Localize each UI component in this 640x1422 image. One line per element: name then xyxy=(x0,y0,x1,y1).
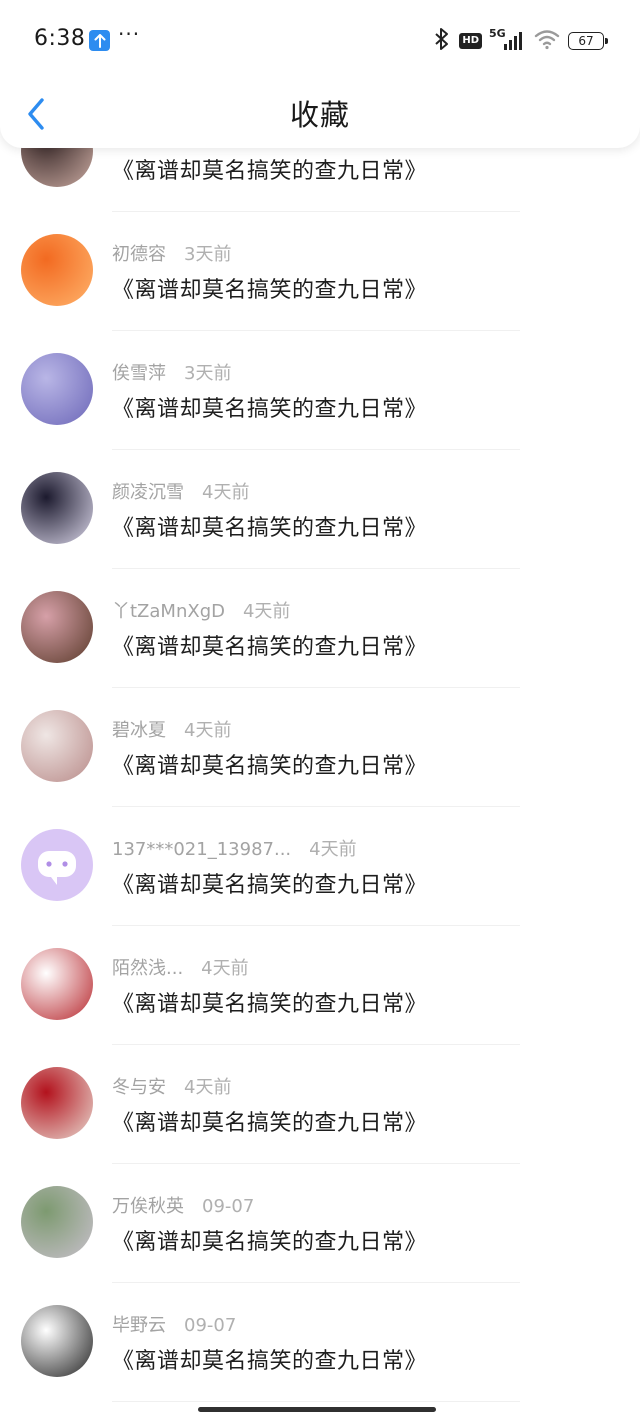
avatar[interactable] xyxy=(21,948,93,1020)
divider xyxy=(112,211,520,212)
timestamp: 4天前 xyxy=(184,1077,232,1098)
favorite-title[interactable]: 《离谱却莫名搞笑的查九日常》 xyxy=(112,272,427,304)
chat-bubble-icon xyxy=(38,851,76,885)
favorite-title[interactable]: 《离谱却莫名搞笑的查九日常》 xyxy=(112,629,427,661)
post-meta: 毕野云 09-07 xyxy=(112,1311,236,1337)
timestamp: 4天前 xyxy=(201,958,249,979)
avatar[interactable] xyxy=(21,472,93,544)
timestamp: 3天前 xyxy=(184,244,232,265)
status-icons: HD 5G 67 xyxy=(433,27,608,55)
avatar[interactable] xyxy=(21,829,93,901)
divider xyxy=(112,1401,520,1402)
favorite-item[interactable]: 碧冰夏 4天前《离谱却莫名搞笑的查九日常》 xyxy=(0,690,640,809)
favorite-item[interactable]: 丫tZaMnXgD 4天前《离谱却莫名搞笑的查九日常》 xyxy=(0,571,640,690)
favorite-item[interactable]: 陌然浅... 4天前《离谱却莫名搞笑的查九日常》 xyxy=(0,928,640,1047)
divider xyxy=(112,330,520,331)
avatar[interactable] xyxy=(21,1067,93,1139)
favorite-title[interactable]: 《离谱却莫名搞笑的查九日常》 xyxy=(112,153,427,185)
favorite-item[interactable]: 万俟秋英 09-07 《离谱却莫名搞笑的查九日常》 xyxy=(0,1166,640,1285)
divider xyxy=(112,1282,520,1283)
username[interactable]: 俟雪萍 xyxy=(112,359,166,385)
favorite-title[interactable]: 《离谱却莫名搞笑的查九日常》 xyxy=(112,1105,427,1137)
avatar[interactable] xyxy=(21,710,93,782)
favorite-title[interactable]: 《离谱却莫名搞笑的查九日常》 xyxy=(112,391,427,423)
username[interactable]: 毕野云 xyxy=(112,1311,166,1337)
favorite-title[interactable]: 《离谱却莫名搞笑的查九日常》 xyxy=(112,1343,427,1375)
username[interactable]: 冬与安 xyxy=(112,1073,166,1099)
timestamp: 09-07 xyxy=(202,1196,255,1217)
divider xyxy=(112,687,520,688)
favorite-title[interactable]: 《离谱却莫名搞笑的查九日常》 xyxy=(112,867,427,899)
username[interactable]: 万俟秋英 xyxy=(112,1192,184,1218)
timestamp: 4天前 xyxy=(242,601,291,622)
home-indicator[interactable] xyxy=(198,1407,436,1412)
post-meta: 冬与安 4天前 xyxy=(112,1073,231,1099)
username[interactable]: 137***021_13987... xyxy=(112,839,291,860)
avatar[interactable] xyxy=(21,234,93,306)
post-meta: 俟雪萍 3天前 xyxy=(112,359,231,385)
timestamp: 4天前 xyxy=(184,720,232,741)
post-meta: 初德容 3天前 xyxy=(112,240,231,266)
divider xyxy=(112,1044,520,1045)
top-bar: 6:38 ··· HD 5G 67 收藏 xyxy=(0,0,640,148)
timestamp: 4天前 xyxy=(309,839,357,860)
timestamp: 4天前 xyxy=(202,482,250,503)
divider xyxy=(112,449,520,450)
page-title: 收藏 xyxy=(289,98,350,132)
divider xyxy=(112,1163,520,1164)
avatar[interactable] xyxy=(21,1305,93,1377)
status-time: 6:38 xyxy=(34,26,86,51)
avatar[interactable] xyxy=(21,353,93,425)
post-meta: 陌然浅... 4天前 xyxy=(112,954,249,980)
favorite-title[interactable]: 《离谱却莫名搞笑的查九日常》 xyxy=(112,510,427,542)
favorite-item[interactable]: 毕野云 09-07 《离谱却莫名搞笑的查九日常》 xyxy=(0,1285,640,1404)
network-type-label: 5G xyxy=(489,27,506,40)
favorite-title[interactable]: 《离谱却莫名搞笑的查九日常》 xyxy=(112,1224,427,1256)
notification-more-icon: ··· xyxy=(118,22,141,46)
signal-icon: 5G xyxy=(489,27,526,52)
favorite-item[interactable]: 俟雪萍 3天前《离谱却莫名搞笑的查九日常》 xyxy=(0,333,640,452)
divider xyxy=(112,806,520,807)
favorite-item[interactable]: 初德容 3天前《离谱却莫名搞笑的查九日常》 xyxy=(0,214,640,333)
username[interactable]: 碧冰夏 xyxy=(112,716,166,742)
status-bar: 6:38 ··· HD 5G 67 xyxy=(0,0,640,82)
upload-icon xyxy=(89,30,110,51)
timestamp: 3天前 xyxy=(184,363,232,384)
username[interactable]: 陌然浅... xyxy=(112,954,183,980)
post-meta: 丫tZaMnXgD 4天前 xyxy=(112,597,290,623)
username[interactable]: 颜凌沉雪 xyxy=(112,478,184,504)
post-meta: 颜凌沉雪 4天前 xyxy=(112,478,249,504)
favorite-item[interactable]: 冬与安 4天前《离谱却莫名搞笑的查九日常》 xyxy=(0,1047,640,1166)
timestamp: 09-07 xyxy=(184,1315,237,1336)
favorite-item[interactable]: 137***021_13987... 4天前《离谱却莫名搞笑的查九日常》 xyxy=(0,809,640,928)
wifi-icon xyxy=(534,28,560,54)
post-meta: 万俟秋英 09-07 xyxy=(112,1192,254,1218)
post-meta: 碧冰夏 4天前 xyxy=(112,716,231,742)
favorite-title[interactable]: 《离谱却莫名搞笑的查九日常》 xyxy=(112,748,427,780)
username[interactable]: 丫tZaMnXgD xyxy=(112,597,225,623)
divider xyxy=(112,925,520,926)
hd-icon: HD xyxy=(459,33,482,49)
battery-icon: 67 xyxy=(568,32,608,50)
username[interactable]: 初德容 xyxy=(112,240,166,266)
favorite-title[interactable]: 《离谱却莫名搞笑的查九日常》 xyxy=(112,986,427,1018)
bluetooth-icon xyxy=(433,27,451,55)
divider xyxy=(112,568,520,569)
post-meta: 137***021_13987... 4天前 xyxy=(112,835,357,861)
avatar[interactable] xyxy=(21,591,93,663)
avatar[interactable] xyxy=(21,1186,93,1258)
favorite-item[interactable]: 颜凌沉雪 4天前《离谱却莫名搞笑的查九日常》 xyxy=(0,452,640,571)
